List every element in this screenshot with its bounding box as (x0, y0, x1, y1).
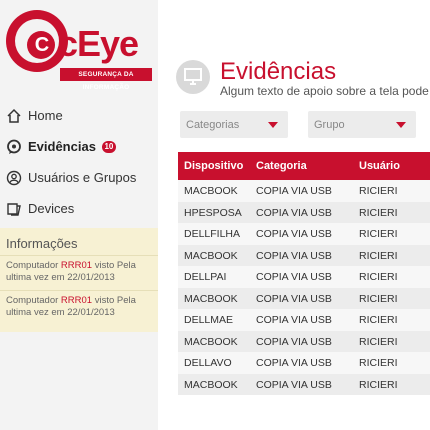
table-row[interactable]: MACBOOK COPIA VIA USB RICIERI (178, 244, 430, 266)
table-cell: COPIA VIA USB (256, 292, 332, 305)
table-row[interactable]: DELLMAE COPIA VIA USB RICIERI (178, 309, 430, 331)
sidebar: C cEye SEGURANÇA DA INFORMAÇÃO Home Evid… (0, 0, 158, 430)
table-row[interactable]: MACBOOK COPIA VIA USB RICIERI (178, 287, 430, 309)
table-cell: COPIA VIA USB (256, 228, 332, 240)
sidebar-item-devices[interactable]: Devices (0, 193, 158, 224)
table-cell: MACBOOK (184, 378, 238, 391)
evidencias-count-badge: 10 (101, 140, 116, 153)
table-cell: RICIERI (359, 206, 398, 219)
table-row[interactable]: MACBOOK COPIA VIA USB RICIERI (178, 180, 430, 202)
table-row[interactable]: DELLPAI COPIA VIA USB RICIERI (178, 266, 430, 288)
table-cell: MACBOOK (184, 335, 238, 348)
sidebar-item-label: Usuários e Grupos (28, 170, 137, 185)
sidebar-item-label: Devices (28, 201, 75, 216)
brand-tagline: SEGURANÇA DA INFORMAÇÃO (60, 68, 152, 91)
sidebar-item-evidencias[interactable]: Evidências 10 (0, 131, 158, 162)
table-cell: RICIERI (359, 314, 398, 326)
user-icon (6, 170, 22, 185)
brand-name: cEye (58, 23, 139, 64)
table-cell: COPIA VIA USB (256, 185, 332, 197)
info-panel: Informações Computador RRR01 visto Pela … (0, 228, 158, 332)
table-cell: RICIERI (359, 249, 398, 262)
info-entry[interactable]: Computador RRR01 visto Pela ultima vez e… (0, 290, 158, 325)
table-cell: COPIA VIA USB (256, 271, 332, 283)
table-header: Dispositivo Categoria Usuário (178, 152, 430, 180)
table-cell: COPIA VIA USB (256, 378, 332, 391)
table-row[interactable]: DELLFILHA COPIA VIA USB RICIERI (178, 223, 430, 245)
table-cell: RICIERI (359, 357, 398, 369)
category-select-label: Categorias (186, 119, 240, 131)
sidebar-item-label: Evidências (28, 139, 96, 154)
table-cell: RICIERI (359, 292, 398, 305)
table-cell: DELLFILHA (184, 228, 241, 240)
chevron-down-icon (268, 122, 278, 128)
table-cell: RICIERI (359, 185, 398, 197)
info-entry[interactable]: Computador RRR01 visto Pela ultima vez e… (0, 255, 158, 290)
table-row[interactable]: MACBOOK COPIA VIA USB RICIERI (178, 373, 430, 395)
table-cell: DELLAVO (184, 357, 232, 369)
table-row[interactable]: MACBOOK COPIA VIA USB RICIERI (178, 330, 430, 352)
table-cell: RICIERI (359, 228, 398, 240)
table-cell: MACBOOK (184, 292, 238, 305)
table-cell: COPIA VIA USB (256, 206, 332, 219)
category-select[interactable]: Categorias (180, 111, 288, 138)
table-cell: RICIERI (359, 378, 398, 391)
device-icon (7, 202, 21, 216)
house-icon (7, 108, 21, 123)
sidebar-item-usuarios-grupos[interactable]: Usuários e Grupos (0, 162, 158, 193)
page-subtitle: Algum texto de apoio sobre a tela pode (220, 84, 429, 98)
main-content: Evidências Algum texto de apoio sobre a … (158, 0, 430, 430)
column-header-usuario[interactable]: Usuário (359, 160, 400, 172)
column-header-dispositivo[interactable]: Dispositivo (184, 160, 243, 172)
device-link[interactable]: RRR01 (61, 260, 92, 271)
table-cell: RICIERI (359, 271, 398, 283)
table-cell: COPIA VIA USB (256, 249, 332, 262)
group-select[interactable]: Grupo (308, 111, 416, 138)
table-cell: HPESPOSA (184, 206, 242, 219)
info-title: Informações (6, 236, 78, 251)
sidebar-nav: Home Evidências 10 Usuários e Grupos Dev… (0, 100, 158, 224)
table-cell: MACBOOK (184, 249, 238, 262)
sidebar-item-home[interactable]: Home (0, 100, 158, 131)
table-cell: DELLPAI (184, 271, 227, 283)
page-title: Evidências (220, 58, 337, 85)
group-select-label: Grupo (314, 119, 345, 131)
table-row[interactable]: DELLAVO COPIA VIA USB RICIERI (178, 352, 430, 374)
monitor-icon (176, 60, 210, 94)
evidence-table: Dispositivo Categoria Usuário MACBOOK COP… (178, 152, 430, 395)
table-cell: RICIERI (359, 335, 398, 348)
ceye-logo[interactable]: C cEye SEGURANÇA DA INFORMAÇÃO (4, 4, 154, 91)
table-row[interactable]: HPESPOSA COPIA VIA USB RICIERI (178, 201, 430, 223)
table-cell: COPIA VIA USB (256, 335, 332, 348)
chat-icon (7, 139, 21, 154)
table-cell: COPIA VIA USB (256, 314, 332, 326)
table-cell: DELLMAE (184, 314, 234, 326)
table-cell: MACBOOK (184, 185, 238, 197)
table-cell: COPIA VIA USB (256, 357, 332, 369)
sidebar-item-label: Home (28, 108, 63, 123)
logo-eye-icon: C (27, 31, 55, 59)
device-link[interactable]: RRR01 (61, 295, 92, 306)
chevron-down-icon (396, 122, 406, 128)
table-body: MACBOOK COPIA VIA USB RICIERI HPESPOSA COPIA… (178, 180, 430, 395)
column-header-categoria[interactable]: Categoria (256, 160, 307, 172)
